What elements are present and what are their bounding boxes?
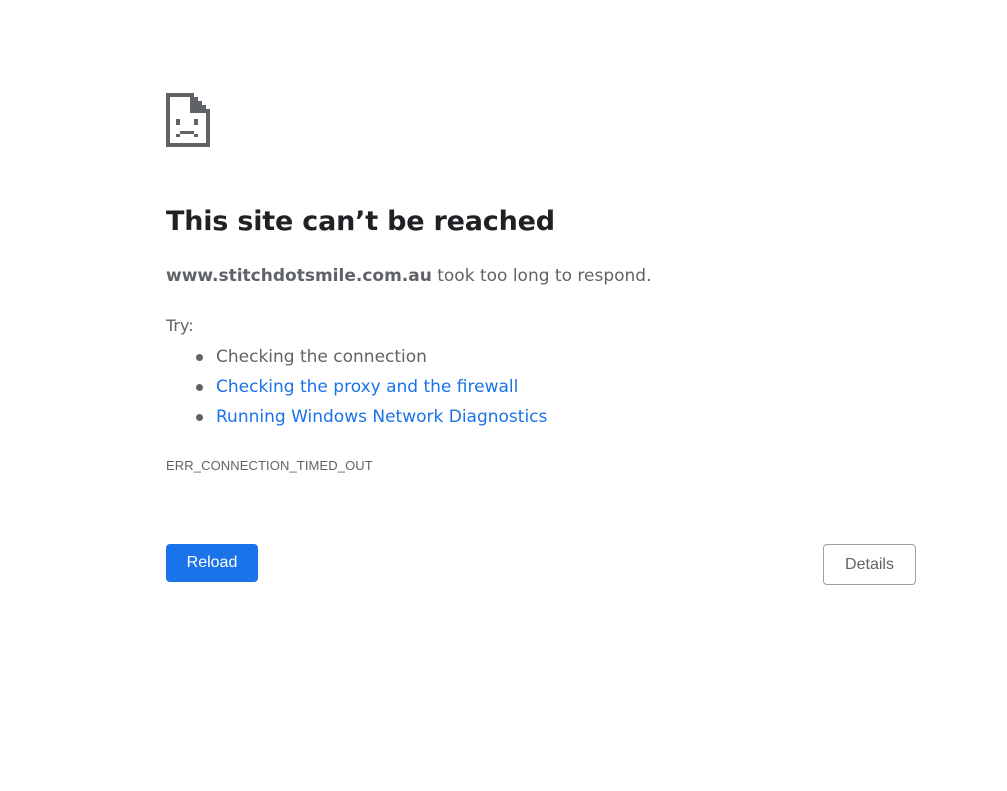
suggestion-proxy-firewall[interactable]: Checking the proxy and the firewall: [166, 372, 547, 402]
host-name: www.stitchdotsmile.com.au: [166, 266, 432, 286]
page-title: This site can’t be reached: [166, 206, 555, 237]
reload-button[interactable]: Reload: [166, 544, 258, 582]
error-code: ERR_CONNECTION_TIMED_OUT: [166, 458, 373, 473]
suggestion-check-connection: Checking the connection: [166, 342, 547, 372]
details-button[interactable]: Details: [823, 544, 916, 585]
bullet-icon: [196, 384, 203, 391]
error-summary: www.stitchdotsmile.com.au took too long …: [166, 266, 651, 286]
proxy-firewall-link[interactable]: Checking the proxy and the firewall: [216, 377, 518, 397]
error-page: This site can’t be reached www.stitchdot…: [166, 0, 916, 791]
bullet-icon: [196, 414, 203, 421]
summary-message: took too long to respond.: [431, 266, 652, 286]
bullet-icon: [196, 354, 203, 361]
suggestion-label: Checking the connection: [216, 347, 427, 367]
suggestions-list: Checking the connection Checking the pro…: [166, 342, 547, 432]
try-label: Try:: [166, 316, 194, 335]
suggestion-network-diagnostics[interactable]: Running Windows Network Diagnostics: [166, 402, 547, 432]
network-diagnostics-link[interactable]: Running Windows Network Diagnostics: [216, 407, 547, 427]
sad-page-icon: [166, 93, 212, 147]
